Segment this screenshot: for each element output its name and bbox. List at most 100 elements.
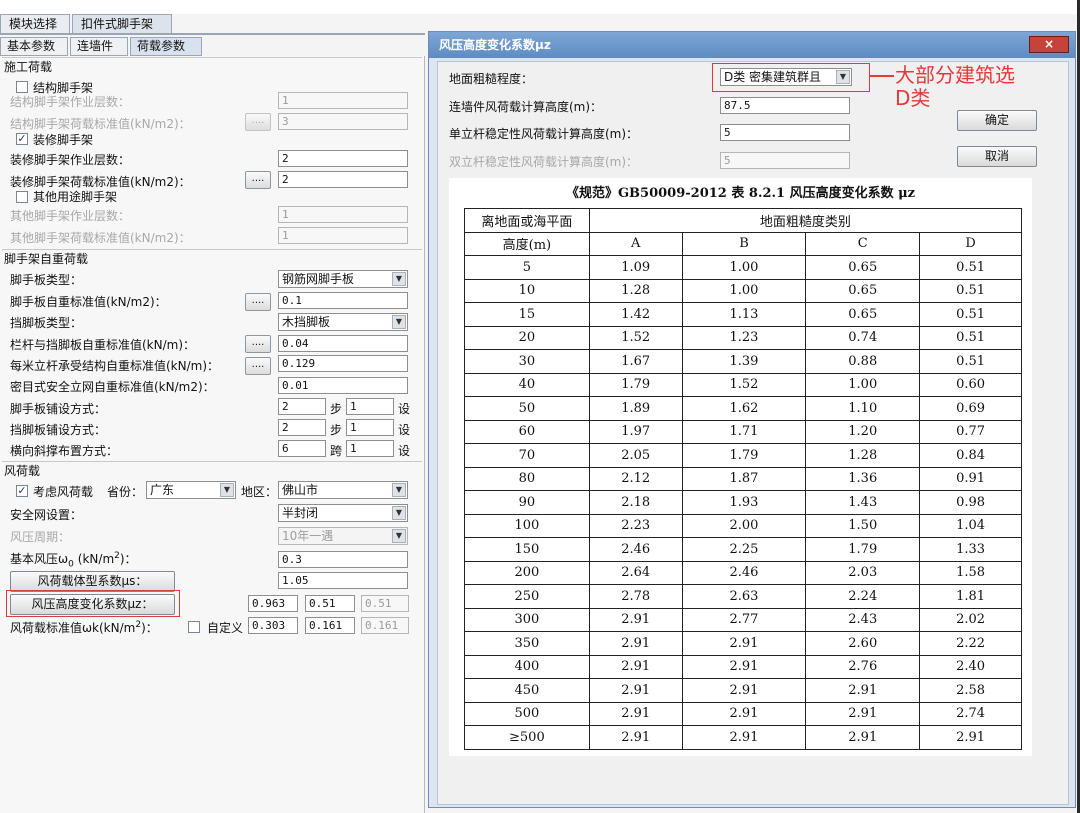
toe-type-select[interactable]: 木挡脚板 ▼ [278,313,408,331]
other-layers-input[interactable]: 1 [278,206,408,223]
custom-checkbox[interactable] [188,621,200,633]
toe-lay-step-input[interactable]: 2 [278,419,326,436]
pole-weight-dots-button[interactable]: .... [245,357,271,375]
single-height-input[interactable]: 5 [720,124,850,141]
double-height-label: 双立杆稳定性风荷载计算高度(m)： [449,155,639,169]
coef-cell: 1.20 [805,419,921,444]
cancel-button[interactable]: 取消 [957,146,1037,167]
wall-height-input[interactable]: 87.5 [720,97,850,114]
custom-label: 自定义 [207,621,244,635]
board-lay-set-input[interactable]: 1 [346,398,394,415]
toe-lay-label: 挡脚板铺设方式： [10,423,107,437]
chevron-down-icon[interactable]: ▼ [392,529,406,543]
std-value-input-3[interactable]: 0.161 [361,617,409,634]
coef-cell: 1.10 [805,396,921,421]
coef-cell: 2.00 [681,513,807,538]
deco-scaffold-checkbox[interactable]: ✓ [16,133,28,145]
consider-wind-label: 考虑风荷载 [33,485,94,499]
coef-cell: 0.69 [919,396,1022,421]
period-select[interactable]: 10年一遇 ▼ [278,527,408,545]
coef-cell: 2.77 [681,607,807,632]
board-weight-input[interactable]: 0.1 [278,292,408,309]
table-row: 5 1.09 1.00 0.65 0.51 [464,255,1022,280]
tab-module-select[interactable]: 模块选择 [0,14,70,34]
chevron-down-icon[interactable]: ▼ [392,272,406,286]
brace-span-input[interactable]: 6 [278,440,326,457]
coef-cell: 1.67 [588,349,683,374]
tab-fastener-scaffold[interactable]: 扣件式脚手架 [72,14,172,34]
std-value-end: )： [141,621,158,635]
board-type-select[interactable]: 钢筋网脚手板 ▼ [278,270,408,288]
region-select[interactable]: 佛山市 ▼ [278,481,408,499]
top-tab-strip [0,0,1080,14]
deco-layers-input[interactable]: 2 [278,150,408,167]
pole-weight-input[interactable]: 0.129 [278,355,408,372]
other-load-input[interactable]: 1 [278,227,408,244]
basic-pressure-unit: (kN/m [77,552,115,566]
height-coef-input-3[interactable]: 0.51 [361,595,409,612]
safety-net-select[interactable]: 半封闭 ▼ [278,504,408,522]
chevron-down-icon[interactable]: ▼ [392,506,406,520]
set-word: 设 [398,402,411,416]
annotation-line-1: 大部分建筑选 [895,63,1015,87]
deco-scaffold-label: 装修脚手架 [33,133,94,147]
struct-load-dots-button[interactable]: .... [245,113,271,131]
std-value-input-2[interactable]: 0.161 [305,617,355,634]
std-value-input-1[interactable]: 0.303 [248,617,298,634]
brace-set-input[interactable]: 1 [346,440,394,457]
tab-load-params[interactable]: 荷载参数 [130,37,202,56]
shape-coef-button[interactable]: 风荷载体型系数μs： [10,571,175,592]
chevron-down-icon[interactable]: ▼ [392,315,406,329]
height-coef-button[interactable]: 风压高度变化系数μz： [10,594,175,615]
rail-weight-input[interactable]: 0.04 [278,335,408,352]
coef-cell: 2.23 [588,513,683,538]
table-row: 70 2.05 1.79 1.28 0.84 [464,443,1022,468]
double-height-input[interactable]: 5 [720,152,850,169]
coef-cell: 1.79 [588,372,683,397]
coef-cell: 2.24 [805,584,921,609]
dialog-title: 风压高度变化系数μz [429,32,1075,58]
chevron-down-icon[interactable]: ▼ [836,70,850,84]
coef-cell: 0.51 [919,255,1022,280]
toe-lay-set-input[interactable]: 1 [346,419,394,436]
coef-cell: 2.58 [919,678,1022,703]
struct-load-input[interactable]: 3 [278,113,408,130]
shape-coef-input[interactable]: 1.05 [278,572,408,589]
board-weight-dots-button[interactable]: .... [245,293,271,311]
tab-basic-params[interactable]: 基本参数 [0,37,68,56]
height-cell: 80 [464,466,590,491]
coef-cell: 2.91 [681,701,807,726]
roughness-select[interactable]: D类 密集建筑群且 ▼ [720,68,852,86]
height-coef-input-2[interactable]: 0.51 [305,595,355,612]
header-height-1: 离地面或海平面 [464,208,590,233]
section-construction-load: 施工荷载 [2,57,422,75]
chevron-down-icon[interactable]: ▼ [392,483,406,497]
province-select[interactable]: 广东 ▼ [146,481,236,499]
coef-cell: 2.18 [588,490,683,515]
struct-scaffold-checkbox[interactable] [16,81,28,93]
table-row: 150 2.46 2.25 1.79 1.33 [464,537,1022,562]
coef-cell: 1.23 [681,325,807,350]
ok-button[interactable]: 确定 [957,110,1037,131]
other-scaffold-checkbox[interactable] [16,191,28,203]
struct-layers-input[interactable]: 1 [278,92,408,109]
net-weight-input[interactable]: 0.01 [278,377,408,394]
rail-weight-dots-button[interactable]: .... [245,335,271,353]
height-coef-input-1[interactable]: 0.963 [248,595,298,612]
chevron-down-icon[interactable]: ▼ [220,483,234,497]
coef-cell: 1.62 [681,396,807,421]
code-table-sheet: 《规范》GB50009-2012 表 8.2.1 风压高度变化系数 μz 离地面… [449,178,1032,756]
coef-cell: 0.88 [805,349,921,374]
header-col-d: D [919,231,1022,256]
roughness-value: D类 密集建筑群且 [724,70,822,84]
tab-wall-ties[interactable]: 连墙件 [70,37,128,56]
basic-pressure-input[interactable]: 0.3 [278,551,408,568]
close-icon[interactable]: × [1029,36,1069,53]
consider-wind-checkbox[interactable]: ✓ [16,485,28,497]
deco-load-dots-button[interactable]: .... [245,171,271,189]
board-lay-step-input[interactable]: 2 [278,398,326,415]
coef-cell: 1.52 [588,325,683,350]
deco-load-input[interactable]: 2 [278,171,408,188]
coef-cell: 0.98 [919,490,1022,515]
step-word: 步 [330,423,343,437]
